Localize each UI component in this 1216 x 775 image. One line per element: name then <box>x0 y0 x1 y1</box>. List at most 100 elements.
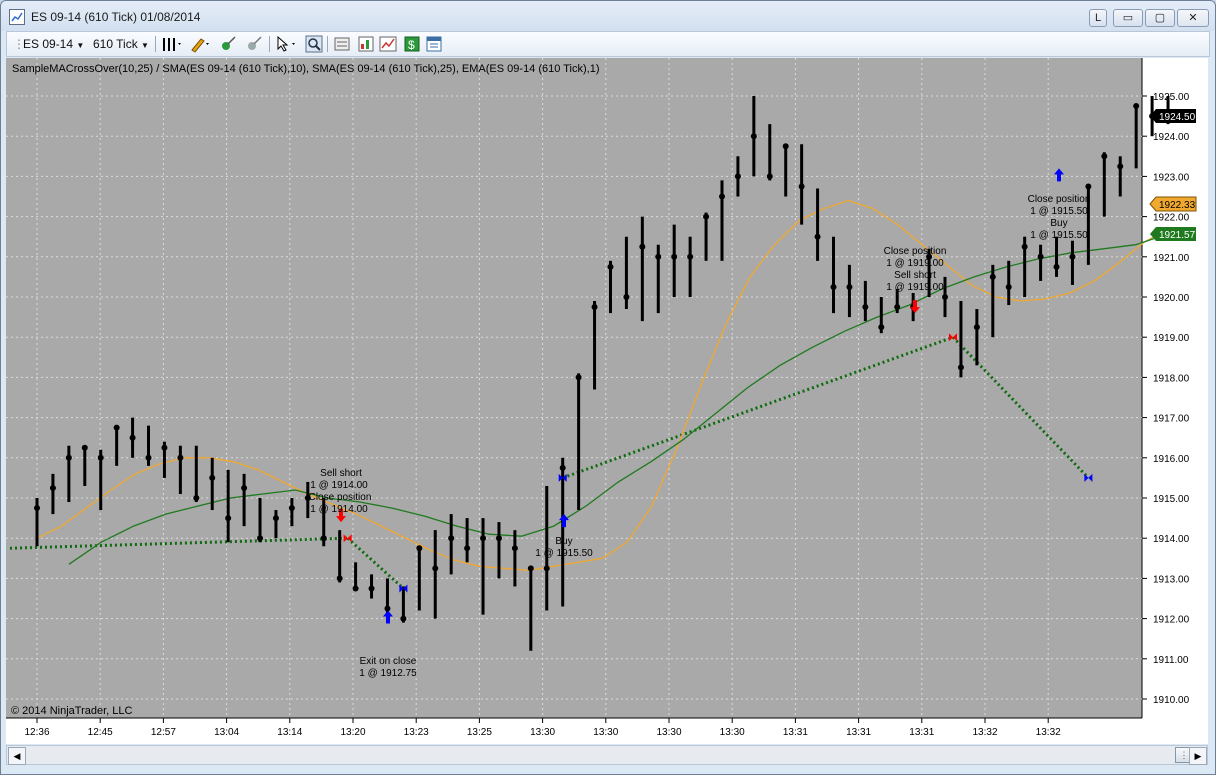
time-tick-label: 12:36 <box>24 727 49 738</box>
time-tick-label: 13:31 <box>846 727 871 738</box>
price-bar-close-dot <box>671 253 678 260</box>
price-tick-label: 1910.00 <box>1153 695 1190 706</box>
price-bar-close-dot <box>1101 153 1108 160</box>
price-tick-label: 1917.00 <box>1153 414 1190 425</box>
price-tick-label: 1922.00 <box>1153 213 1190 224</box>
price-bar-close-dot <box>272 515 279 522</box>
link-button[interactable]: L <box>1089 9 1107 27</box>
minimize-button[interactable]: ▭ <box>1113 9 1143 27</box>
data-box-icon[interactable] <box>333 35 351 53</box>
window-title: ES 09-14 (610 Tick) 01/08/2014 <box>31 10 201 24</box>
time-tick-label: 13:23 <box>404 727 429 738</box>
close-button[interactable]: ✕ <box>1177 9 1209 27</box>
price-bar-close-dot <box>416 545 423 552</box>
chart-panel[interactable]: 1910.00 1911.00 1912.00 1913.00 1914.00 1915.… <box>6 58 1208 744</box>
instrument-label: ES 09-14 <box>23 37 74 51</box>
price-bar-close-dot <box>989 273 996 280</box>
price-bar-close-dot <box>81 444 88 451</box>
title-bar[interactable]: ES 09-14 (610 Tick) 01/08/2014 L ▭ ▢ ✕ <box>1 1 1215 31</box>
copyright-label: © 2014 NinjaTrader, LLC <box>11 705 132 717</box>
annotation-exit-on-close: Exit on close 1 @ 1912.75 <box>359 656 417 679</box>
annotation-line: Sell short <box>894 270 936 281</box>
price-bar-close-dot <box>734 173 741 180</box>
drawing-pencil-icon[interactable] <box>189 35 209 53</box>
price-bar-close-dot <box>448 535 455 542</box>
scroll-left-icon[interactable]: ◀ <box>8 747 26 765</box>
price-bar-close-dot <box>368 585 375 592</box>
price-tick-label: 1924.00 <box>1153 132 1190 143</box>
price-bar-close-dot <box>1037 253 1044 260</box>
price-bar-close-dot <box>432 565 439 572</box>
price-bar-close-dot <box>830 283 837 290</box>
price-bar-close-dot <box>1085 183 1092 190</box>
price-bar-close-dot <box>655 253 662 260</box>
price-bar-close-dot <box>782 143 789 150</box>
price-bar-close-dot <box>942 294 949 300</box>
annotation-line: 1 @ 1912.75 <box>359 668 417 679</box>
erase-icon[interactable] <box>245 35 263 53</box>
indicator-header: SampleMACrossOver(10,25) / SMA(ES 09-14 … <box>12 63 600 75</box>
chart-toolbar: ⋮ ES 09-14 ▼ 610 Tick ▼ $ <box>6 31 1210 57</box>
price-chart[interactable]: 1910.00 1911.00 1912.00 1913.00 1914.00 1915.… <box>6 58 1208 744</box>
time-tick-label: 12:57 <box>151 727 176 738</box>
price-bar-close-dot <box>495 535 502 542</box>
price-bar-close-dot <box>846 283 853 290</box>
zoom-icon[interactable] <box>305 35 323 53</box>
chart-trader-icon[interactable] <box>357 35 375 53</box>
time-tick-label: 13:31 <box>783 727 808 738</box>
price-tick-label: 1920.00 <box>1153 293 1190 304</box>
scroll-right-icon[interactable]: ▶ <box>1189 747 1207 765</box>
price-bar-close-dot <box>1069 253 1076 260</box>
maximize-button[interactable]: ▢ <box>1145 9 1175 27</box>
price-bar-close-dot <box>320 535 327 542</box>
price-bar-close-dot <box>607 263 614 270</box>
price-tag-last: 1924.50 <box>1150 109 1196 123</box>
price-bar-close-dot <box>177 454 184 461</box>
time-tick-label: 13:30 <box>593 727 618 738</box>
cursor-select-icon[interactable] <box>275 35 295 53</box>
strategies-icon[interactable]: $ <box>403 35 421 53</box>
instrument-selector[interactable]: ES 09-14 ▼ <box>23 35 84 53</box>
price-tick-label: 1912.00 <box>1153 615 1190 626</box>
price-bar-close-dot <box>591 304 598 311</box>
price-tick-label: 1915.00 <box>1153 494 1190 505</box>
svg-text:$: $ <box>408 38 415 52</box>
annotation-line: 1 @ 1914.00 <box>310 504 368 515</box>
annotation-line: Close position <box>884 246 947 257</box>
price-bar-close-dot <box>878 324 885 331</box>
price-bar-close-dot <box>49 484 56 491</box>
annotation-line: 1 @ 1915.50 <box>535 548 593 559</box>
price-tick-label: 1919.00 <box>1153 333 1190 344</box>
price-bar-close-dot <box>1021 243 1028 250</box>
time-tick-label: 13:31 <box>909 727 934 738</box>
price-bar-close-dot <box>750 133 757 140</box>
price-bar-close-dot <box>973 324 980 331</box>
annotation-line: Sell short <box>320 468 362 479</box>
horizontal-scrollbar[interactable]: ◀ ⋮ ▶ <box>6 745 1208 765</box>
properties-icon[interactable] <box>425 35 443 53</box>
annotation-line: 1 @ 1915.50 <box>1030 206 1088 217</box>
bar-style-icon[interactable] <box>161 35 181 53</box>
time-tick-label: 13:25 <box>467 727 492 738</box>
time-tick-label: 13:04 <box>214 727 239 738</box>
period-label: 610 Tick <box>93 37 138 51</box>
price-bar-close-dot <box>1053 263 1060 270</box>
price-tag-last-text: 1924.50 <box>1159 112 1196 123</box>
price-bar-close-dot <box>766 173 773 180</box>
price-bar-close-dot <box>352 585 359 592</box>
indicators-icon[interactable] <box>379 35 397 53</box>
add-marker-icon[interactable] <box>219 35 237 53</box>
price-tag-sma10: 1922.33 <box>1149 196 1197 212</box>
price-bar-close-dot <box>97 454 104 461</box>
annotation-line: Buy <box>555 536 572 547</box>
toolbar-separator <box>269 36 270 52</box>
price-bar-close-dot <box>209 474 216 481</box>
annotation-line: 1 @ 1914.00 <box>310 480 368 491</box>
price-bar-close-dot <box>225 515 232 522</box>
price-bar-close-dot <box>543 565 550 572</box>
time-tick-label: 13:30 <box>530 727 555 738</box>
period-selector[interactable]: 610 Tick ▼ <box>93 35 149 53</box>
price-bar-close-dot <box>400 615 407 622</box>
chart-window-icon <box>9 9 25 25</box>
annotation-line: Close position <box>1028 194 1091 205</box>
